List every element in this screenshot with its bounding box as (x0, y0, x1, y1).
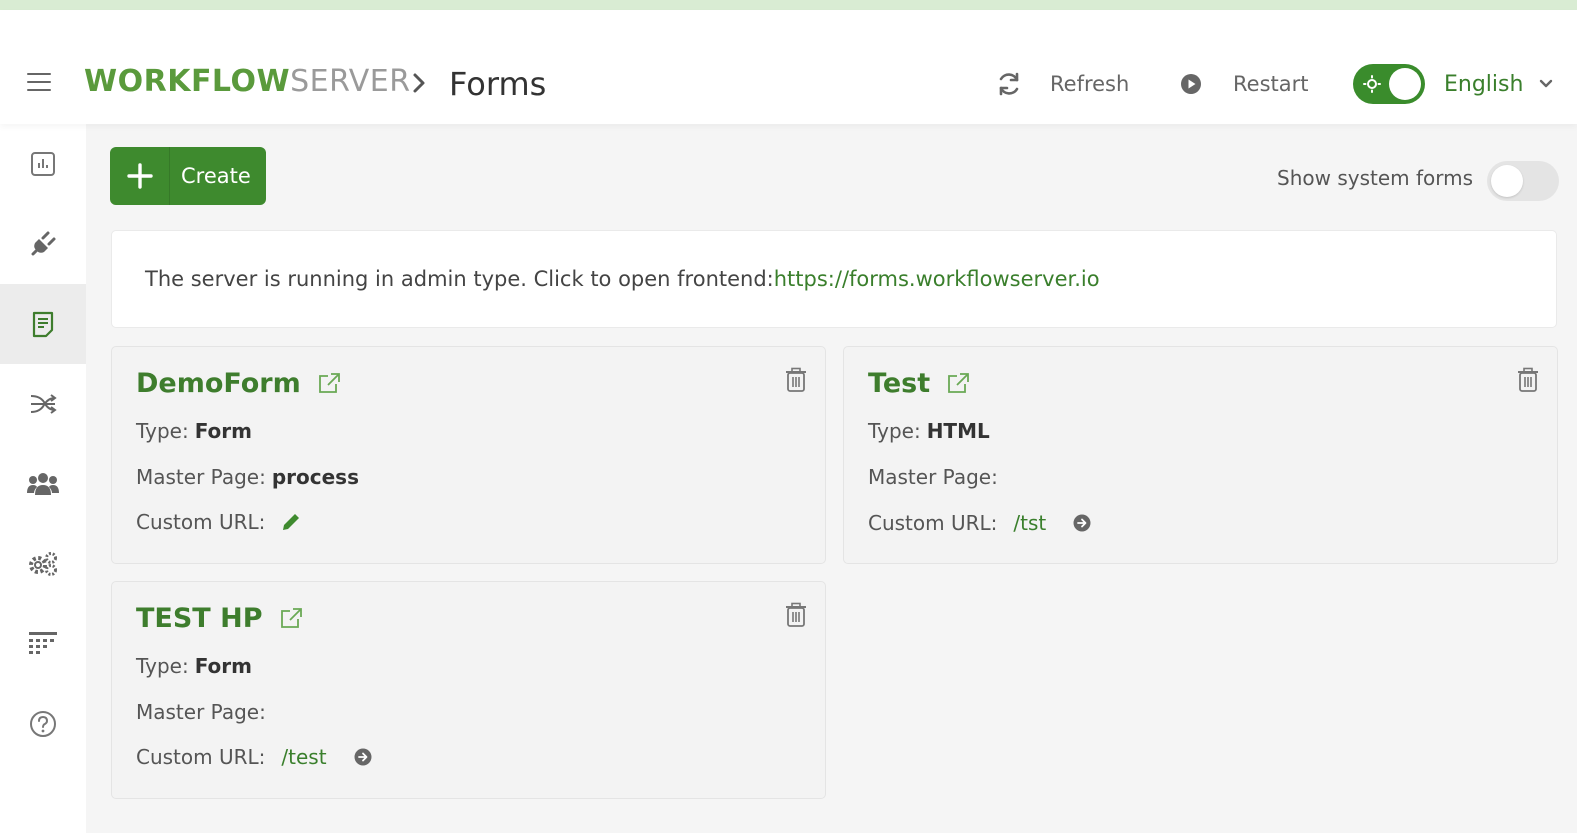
restart-label: Restart (1233, 72, 1309, 96)
grid-icon (29, 632, 57, 654)
menu-icon[interactable] (27, 73, 51, 91)
custom-url-value[interactable]: /test (281, 745, 326, 769)
form-name[interactable]: DemoForm (136, 368, 301, 399)
external-link-icon[interactable] (946, 372, 970, 394)
forms-icon (32, 311, 54, 338)
main-content: Create Show system forms The server is r… (86, 124, 1577, 833)
custom-url-label: Custom URL: (868, 511, 998, 535)
theme-toggle[interactable] (1353, 64, 1425, 104)
workflow-icon (30, 394, 57, 414)
external-link-icon[interactable] (317, 372, 341, 394)
pencil-icon[interactable] (281, 512, 301, 532)
dashboard-icon (31, 152, 55, 176)
sidebar-item-users[interactable] (0, 444, 86, 524)
logo-part-server: SERVER (290, 64, 411, 99)
type-label: Type: (136, 419, 189, 443)
plugin-icon (31, 231, 56, 256)
sidebar-item-grid[interactable] (0, 604, 86, 684)
refresh-icon (999, 72, 1019, 96)
form-type-row: Type: Form (136, 419, 252, 443)
sidebar-item-dashboard[interactable] (0, 124, 86, 204)
master-page-label: Master Page: (868, 465, 998, 489)
sidebar-item-settings[interactable] (0, 524, 86, 604)
form-card-test-hp: TEST HP Type: Form Master Page: Custom U… (111, 581, 826, 799)
master-page-label: Master Page: (136, 465, 266, 489)
sun-icon (1363, 75, 1381, 93)
sidebar-item-plugins[interactable] (0, 204, 86, 284)
form-card-demoform: DemoForm Type: Form Master Page: process… (111, 346, 826, 564)
language-label: English (1444, 71, 1524, 97)
sidebar-item-workflows[interactable] (0, 364, 86, 444)
trash-icon[interactable] (785, 367, 807, 393)
arrow-right-circle-icon[interactable] (353, 747, 373, 767)
external-link-icon[interactable] (279, 607, 303, 629)
form-master-page-row: Master Page: (868, 465, 1004, 489)
form-card-test: Test Type: HTML Master Page: Custom URL: (843, 346, 1558, 564)
type-label: Type: (868, 419, 921, 443)
refresh-button[interactable]: Refresh (996, 70, 1129, 98)
theme-toggle-knob (1389, 68, 1421, 100)
custom-url-label: Custom URL: (136, 510, 266, 534)
logo[interactable]: WORKFLOWSERVER (84, 64, 411, 100)
form-type-row: Type: Form (136, 654, 252, 678)
toggle-knob (1491, 165, 1523, 197)
form-custom-url-row: Custom URL: /test (136, 745, 373, 769)
info-message: The server is running in admin type. Cli… (145, 267, 774, 291)
type-value: HTML (926, 419, 990, 443)
custom-url-label: Custom URL: (136, 745, 266, 769)
refresh-label: Refresh (1050, 72, 1130, 96)
app-header: WORKFLOWSERVER Forms Refresh Restart Eng… (0, 10, 1577, 124)
create-button[interactable]: Create (110, 147, 266, 205)
form-name[interactable]: Test (868, 368, 930, 399)
create-button-label: Create (181, 164, 251, 188)
sidebar (0, 124, 86, 833)
play-circle-icon (1181, 74, 1201, 94)
custom-url-value[interactable]: /tst (1013, 511, 1046, 535)
plus-icon (110, 147, 170, 205)
type-label: Type: (136, 654, 189, 678)
type-value: Form (194, 654, 252, 678)
language-selector[interactable]: English (1444, 70, 1553, 98)
info-banner: The server is running in admin type. Cli… (111, 230, 1557, 328)
show-system-forms-label: Show system forms (1277, 166, 1474, 190)
info-text: The server is running in admin type. Cli… (145, 267, 1100, 291)
trash-icon[interactable] (785, 602, 807, 628)
form-custom-url-row: Custom URL: /tst (868, 511, 1092, 535)
show-system-forms-toggle[interactable] (1487, 161, 1559, 201)
logo-part-workflow: WORKFLOW (84, 64, 291, 99)
restart-button[interactable]: Restart (1179, 70, 1308, 98)
top-accent-stripe (0, 0, 1577, 10)
chevron-down-icon (1540, 79, 1553, 88)
form-custom-url-row: Custom URL: (136, 510, 301, 534)
master-page-label: Master Page: (136, 700, 266, 724)
page-title: Forms (449, 65, 547, 103)
users-icon (27, 473, 59, 495)
form-master-page-row: Master Page: process (136, 465, 359, 489)
chevron-right-icon (413, 73, 425, 93)
sidebar-item-help[interactable] (0, 684, 86, 764)
form-type-row: Type: HTML (868, 419, 990, 443)
form-master-page-row: Master Page: (136, 700, 272, 724)
help-icon (30, 711, 56, 737)
form-name[interactable]: TEST HP (136, 603, 263, 634)
trash-icon[interactable] (1517, 367, 1539, 393)
type-value: Form (194, 419, 252, 443)
arrow-right-circle-icon[interactable] (1072, 513, 1092, 533)
master-page-value: process (271, 465, 359, 489)
settings-icon (29, 552, 57, 576)
frontend-link[interactable]: https://forms.workflowserver.io (774, 267, 1100, 291)
sidebar-item-forms[interactable] (0, 284, 86, 364)
